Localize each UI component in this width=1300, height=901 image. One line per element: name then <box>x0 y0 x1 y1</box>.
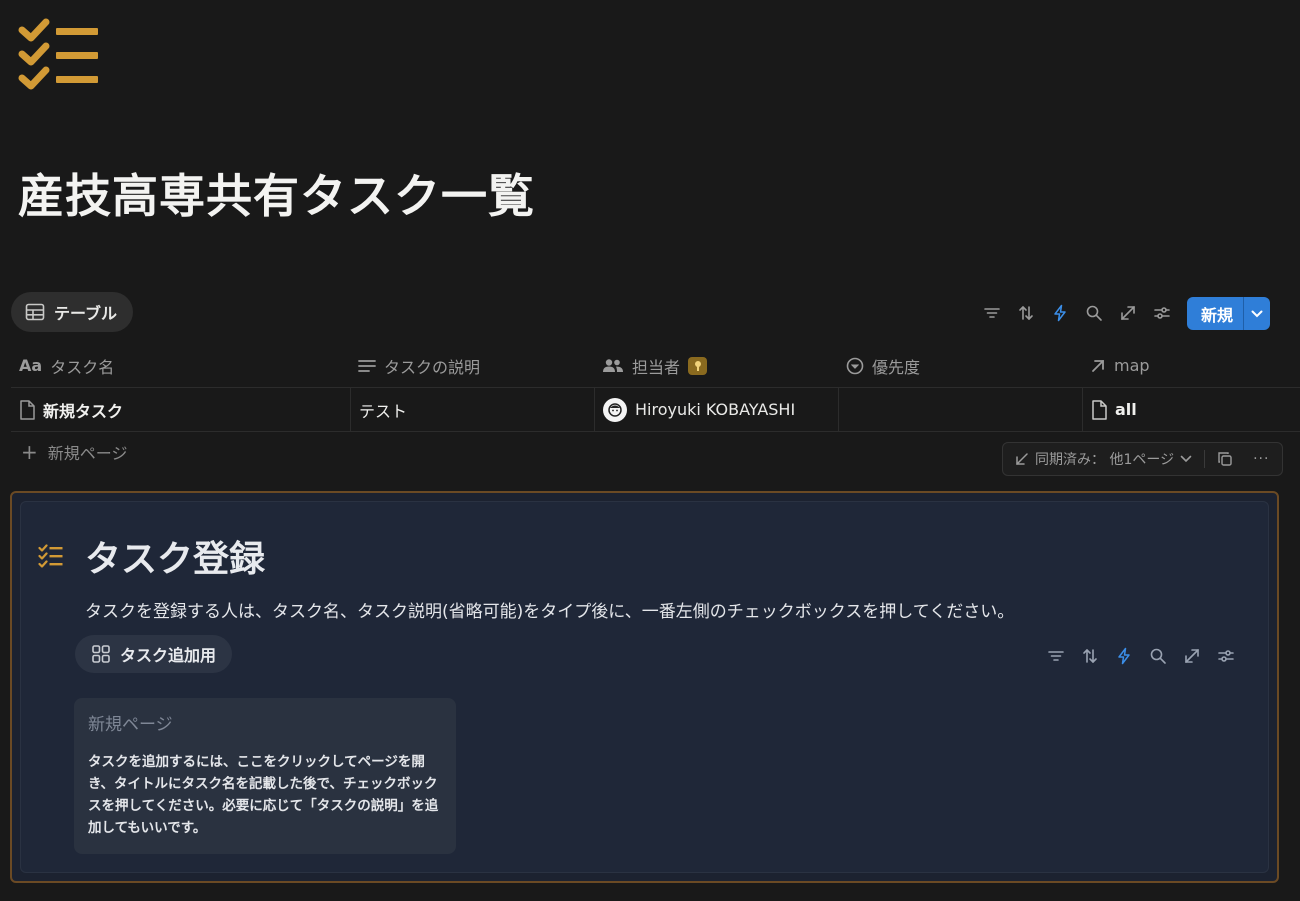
people-icon <box>602 358 624 374</box>
board-icon <box>92 645 110 663</box>
checklist-icon <box>38 544 63 568</box>
filter-icon[interactable] <box>1039 640 1073 672</box>
column-header-task-name[interactable]: Aa タスク名 <box>11 344 350 387</box>
page-icon <box>19 399 35 420</box>
search-icon[interactable] <box>1077 297 1111 329</box>
text-icon: Aa <box>19 356 43 375</box>
cell-description[interactable]: テスト <box>350 388 594 431</box>
automation-icon[interactable] <box>1107 640 1141 672</box>
synced-block: タスク登録 タスクを登録する人は、タスク名、タスク説明(省略可能)をタイプ後に、… <box>10 491 1279 883</box>
callout-text: タスクを登録する人は、タスク名、タスク説明(省略可能)をタイプ後に、一番左側のチ… <box>85 602 1015 622</box>
card-title: 新規ページ <box>88 715 173 735</box>
callout-title: タスク登録 <box>85 539 266 580</box>
arrow-down-left-icon <box>1016 453 1028 465</box>
cell-task-name[interactable]: 新規タスク <box>11 388 350 431</box>
cell-map[interactable]: all <box>1082 388 1300 431</box>
card-body: タスクを追加するには、ここをクリックしてページを開き、タイトルにタスク名を記載し… <box>88 754 439 836</box>
page-icon <box>1091 399 1107 420</box>
more-icon[interactable]: ··· <box>1253 451 1269 467</box>
cell-assignee[interactable]: Hiroyuki KOBAYASHI <box>594 388 838 431</box>
sync-bar: 同期済み： 他1ページ ··· <box>1002 442 1283 476</box>
table-icon <box>25 303 45 321</box>
arrow-icon <box>1090 358 1106 374</box>
tab-table-view[interactable]: テーブル <box>11 292 134 332</box>
search-icon[interactable] <box>1141 640 1175 672</box>
new-button[interactable]: 新規 <box>1187 297 1270 330</box>
checklist-icon <box>18 18 98 90</box>
expand-icon[interactable] <box>1175 640 1209 672</box>
avatar <box>603 397 627 422</box>
new-button-label: 新規 <box>1200 305 1233 325</box>
plus-icon: + <box>21 440 38 464</box>
tab-label: テーブル <box>54 304 118 323</box>
sync-status[interactable]: 同期済み： 他1ページ <box>1035 449 1174 469</box>
automation-icon[interactable] <box>1043 297 1077 329</box>
column-header-assignee[interactable]: 担当者 <box>594 344 838 387</box>
view-toolbar <box>975 297 1179 329</box>
column-header-priority[interactable]: 優先度 <box>838 344 1082 387</box>
board-card[interactable]: 新規ページ タスクを追加するには、ここをクリックしてページを開き、タイトルにタス… <box>74 698 456 854</box>
lock-icon <box>688 356 708 375</box>
sort-icon[interactable] <box>1073 640 1107 672</box>
expand-icon[interactable] <box>1111 297 1145 329</box>
copy-icon[interactable] <box>1217 451 1233 467</box>
sort-icon[interactable] <box>1009 297 1043 329</box>
settings-icon[interactable] <box>1209 640 1243 672</box>
database-table: Aa タスク名 タスクの説明 担当者 優先度 map 新規タスク テスト Hir… <box>11 344 1300 432</box>
chevron-down-icon[interactable] <box>1180 455 1192 463</box>
column-header-description[interactable]: タスクの説明 <box>350 344 594 387</box>
lines-icon <box>358 358 376 374</box>
filter-icon[interactable] <box>975 297 1009 329</box>
add-page-button[interactable]: + 新規ページ <box>21 440 127 464</box>
settings-icon[interactable] <box>1145 297 1179 329</box>
cell-priority[interactable] <box>838 388 1082 431</box>
tab-label: タスク追加用 <box>120 646 217 665</box>
table-header: Aa タスク名 タスクの説明 担当者 優先度 map <box>11 344 1300 388</box>
table-row[interactable]: 新規タスク テスト Hiroyuki KOBAYASHI all <box>11 388 1300 432</box>
callout: タスク登録 タスクを登録する人は、タスク名、タスク説明(省略可能)をタイプ後に、… <box>20 501 1269 873</box>
chevron-down-icon[interactable] <box>1244 310 1270 318</box>
callout-toolbar <box>1039 640 1243 672</box>
tab-board-view[interactable]: タスク追加用 <box>75 635 233 673</box>
page-title: 産技高専共有タスク一覧 <box>18 169 535 223</box>
status-icon <box>846 357 864 375</box>
column-header-map[interactable]: map <box>1082 344 1300 387</box>
